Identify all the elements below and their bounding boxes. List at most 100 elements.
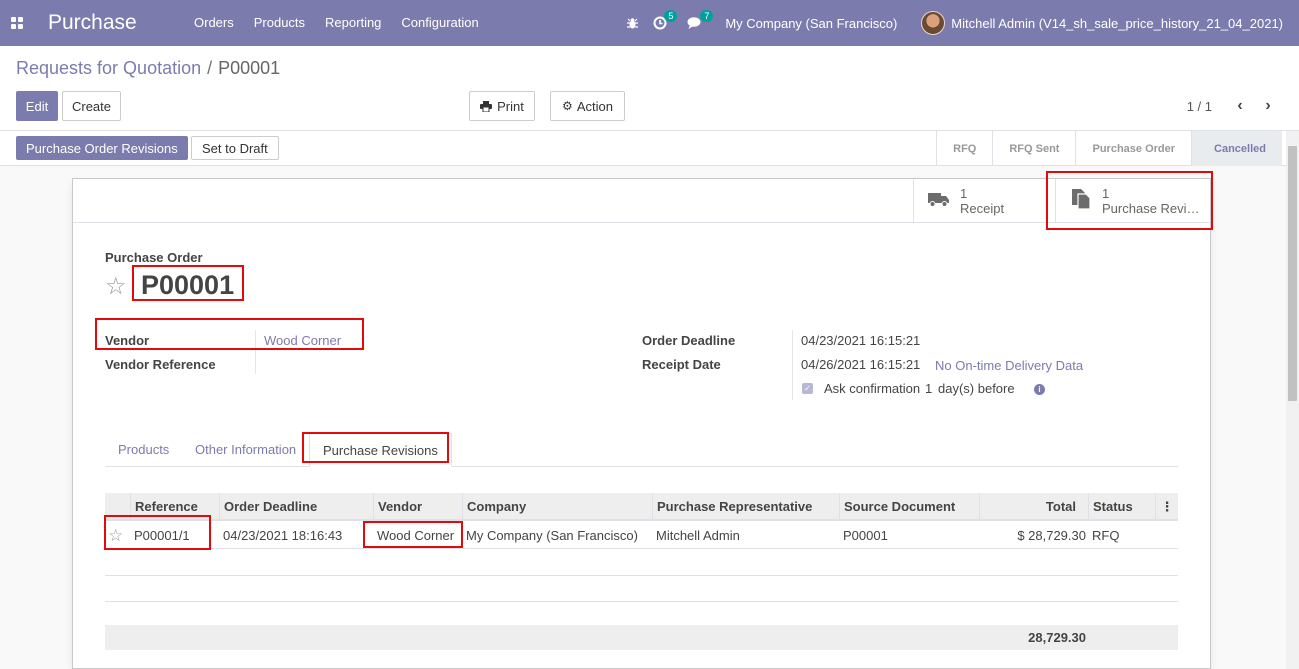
breadcrumb-current: P00001 — [218, 58, 281, 78]
menu-configuration[interactable]: Configuration — [391, 0, 488, 46]
list-header: Reference Order Deadline Vendor Company … — [105, 493, 1178, 521]
status-stages: RFQ RFQ Sent Purchase Order Cancelled — [936, 131, 1282, 166]
vendor-value[interactable]: Wood Corner — [264, 333, 341, 348]
vendor-reference-label: Vendor Reference — [105, 357, 216, 372]
menu-reporting[interactable]: Reporting — [315, 0, 391, 46]
systray: 5 7 My Company (San Francisco) Mitchell … — [626, 0, 1299, 46]
receipt-label: Receipt — [960, 200, 1005, 216]
pager-value[interactable]: 1 / 1 — [1187, 99, 1212, 114]
empty-row — [105, 576, 1178, 602]
footer-total: 28,729.30 — [1028, 630, 1086, 645]
cell-vendor: Wood Corner — [377, 528, 455, 543]
cell-company: My Company (San Francisco) — [466, 528, 638, 543]
field-separator — [255, 330, 256, 374]
control-panel: Requests for Quotation / P00001 Edit Creat… — [0, 46, 1299, 131]
row-star-icon[interactable]: ☆ — [108, 523, 123, 549]
truck-icon — [928, 191, 950, 210]
cell-total: $ 28,729.30 — [1017, 528, 1086, 543]
status-bar: Purchase Order Revisions Set to Draft RF… — [0, 131, 1299, 166]
receipt-count: 1 — [960, 185, 968, 201]
column-status[interactable]: Status — [1088, 493, 1155, 521]
receipt-date-label: Receipt Date — [642, 357, 721, 372]
purchase-revisions-smart-button[interactable]: 1 Purchase Revi… — [1055, 179, 1210, 222]
info-icon[interactable]: i — [1034, 384, 1045, 395]
cell-order-deadline: 04/23/2021 18:16:43 — [223, 528, 343, 543]
avatar — [921, 11, 946, 35]
cell-representative: Mitchell Admin — [656, 528, 740, 543]
column-total[interactable]: Total — [979, 493, 1088, 521]
optional-columns-icon[interactable]: ⋮ — [1155, 493, 1178, 521]
user-menu[interactable]: Mitchell Admin (V14_sh_sale_price_histor… — [921, 11, 1283, 35]
apps-menu-icon[interactable] — [0, 0, 34, 46]
activities-clock-icon[interactable]: 5 — [653, 0, 678, 46]
menu-orders[interactable]: Orders — [184, 0, 244, 46]
on-time-delivery-link[interactable]: No On-time Delivery Data — [935, 358, 1083, 373]
ask-confirmation-days: 1 — [925, 381, 933, 396]
ask-confirmation-checkbox[interactable]: ✓ — [802, 383, 813, 394]
purchase-order-revisions-button[interactable]: Purchase Order Revisions — [16, 136, 188, 160]
action-button[interactable]: ⚙ Action — [550, 91, 625, 121]
ask-confirmation-suffix: day(s) before — [938, 381, 1015, 396]
tab-products[interactable]: Products — [105, 433, 182, 467]
receipt-date-value: 04/26/2021 16:15:21 — [801, 357, 921, 372]
smart-button-box: 1 Receipt 1 Purchase Revi… — [73, 179, 1210, 223]
receipt-smart-button[interactable]: 1 Receipt — [913, 179, 1055, 222]
stage-rfq-sent[interactable]: RFQ Sent — [992, 131, 1075, 166]
tab-other-information[interactable]: Other Information — [182, 433, 309, 467]
debug-bug-icon[interactable] — [626, 0, 639, 46]
set-to-draft-button[interactable]: Set to Draft — [191, 136, 279, 160]
column-company[interactable]: Company — [462, 493, 652, 521]
table-row[interactable]: ☆ P00001/1 04/23/2021 18:16:43 Wood Corn… — [105, 523, 1178, 549]
tab-purchase-revisions[interactable]: Purchase Revisions — [309, 433, 452, 467]
purchase-order-name: P00001 — [141, 270, 235, 300]
stage-cancelled: Cancelled — [1191, 131, 1282, 166]
column-vendor[interactable]: Vendor — [373, 493, 462, 521]
purchase-revisions-label: Purchase Revi… — [1102, 200, 1200, 216]
user-name: Mitchell Admin (V14_sh_sale_price_histor… — [951, 15, 1283, 31]
print-label: Print — [497, 98, 524, 114]
gear-icon: ⚙ — [562, 99, 573, 113]
notebook-tabs: Products Other Information Purchase Revi… — [105, 433, 1178, 467]
activity-count-badge: 5 — [664, 10, 678, 22]
vendor-label: Vendor — [105, 333, 150, 348]
main-menu: Orders Products Reporting Configuration — [184, 0, 489, 46]
column-source-document[interactable]: Source Document — [839, 493, 979, 521]
purchase-revisions-count: 1 — [1102, 185, 1110, 201]
form-sheet: 1 Receipt 1 Purchase Revi… Purchase Orde… — [72, 178, 1211, 669]
column-purchase-representative[interactable]: Purchase Representative — [652, 493, 839, 521]
messages-chat-icon[interactable]: 7 — [687, 0, 714, 46]
pager-previous-icon[interactable]: ‹ — [1231, 96, 1249, 116]
company-switcher[interactable]: My Company (San Francisco) — [725, 16, 897, 31]
field-separator — [792, 330, 793, 400]
create-button[interactable]: Create — [62, 91, 121, 121]
empty-row — [105, 550, 1178, 576]
cell-source-document: P00001 — [843, 528, 888, 543]
column-order-deadline[interactable]: Order Deadline — [219, 493, 373, 521]
message-count-badge: 7 — [700, 10, 714, 22]
order-deadline-label: Order Deadline — [642, 333, 736, 348]
scrollbar-thumb[interactable] — [1288, 146, 1297, 401]
top-navbar: Purchase Orders Products Reporting Confi… — [0, 0, 1299, 46]
print-icon — [480, 100, 493, 112]
breadcrumb-parent[interactable]: Requests for Quotation — [16, 58, 201, 78]
pager-next-icon[interactable]: › — [1259, 96, 1277, 116]
list-footer: 28,729.30 — [105, 625, 1178, 650]
app-name[interactable]: Purchase — [48, 11, 184, 35]
menu-products[interactable]: Products — [244, 0, 315, 46]
breadcrumb: Requests for Quotation / P00001 — [16, 58, 280, 79]
cell-reference: P00001/1 — [134, 528, 190, 543]
order-deadline-value: 04/23/2021 16:15:21 — [801, 333, 921, 348]
breadcrumb-separator: / — [207, 58, 213, 78]
vertical-scrollbar[interactable] — [1286, 131, 1299, 669]
ask-confirmation-label: Ask confirmation — [824, 381, 921, 396]
column-reference[interactable]: Reference — [130, 493, 222, 521]
priority-star-icon[interactable]: ☆ — [105, 272, 127, 301]
stage-purchase-order[interactable]: Purchase Order — [1075, 131, 1191, 166]
cell-status: RFQ — [1092, 528, 1120, 543]
edit-button[interactable]: Edit — [16, 91, 58, 121]
form-title-label: Purchase Order — [105, 250, 203, 265]
stage-rfq[interactable]: RFQ — [936, 131, 992, 166]
action-label: Action — [576, 98, 613, 114]
print-button[interactable]: Print — [469, 91, 535, 121]
copy-icon — [1070, 188, 1092, 213]
